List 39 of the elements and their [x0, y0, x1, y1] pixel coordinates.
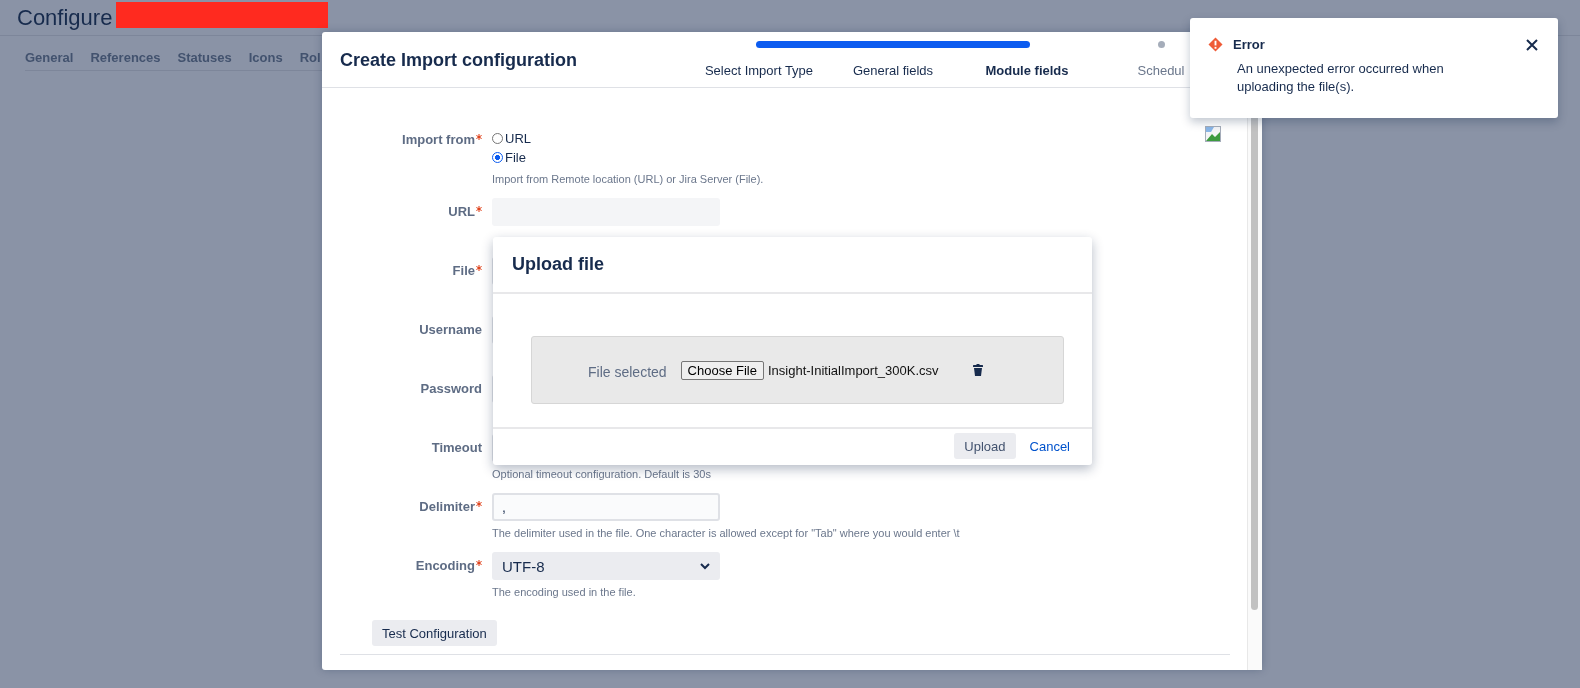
- toast-message: An unexpected error occurred when uploading the file(s).: [1237, 60, 1445, 96]
- dialog-title: Upload file: [512, 254, 604, 275]
- file-label: File selected: [588, 364, 667, 380]
- chevron-down-icon: [700, 562, 710, 570]
- close-icon[interactable]: [1526, 38, 1538, 51]
- step-label: Module fields: [984, 63, 1070, 78]
- help-text: The encoding used in the file.: [492, 586, 636, 598]
- field-label: Encoding: [352, 552, 482, 600]
- step-label: Schedul: [1136, 63, 1186, 78]
- page-title: Configure: [17, 4, 113, 31]
- radio-button[interactable]: [492, 133, 503, 144]
- field-label: Timeout: [430, 439, 482, 457]
- toast-title: Error: [1233, 37, 1266, 52]
- radio-button[interactable]: [492, 152, 503, 163]
- field-label: URL: [352, 198, 482, 246]
- field-label: File: [352, 257, 482, 305]
- trash-icon[interactable]: [972, 364, 983, 376]
- radio-option[interactable]: File: [492, 148, 526, 167]
- broken-image-icon: [1205, 126, 1221, 142]
- step-label: Select Import Type: [703, 63, 815, 78]
- help-text: The delimiter used in the file. One character is allowed except for "Tab" where you would enter \t: [492, 527, 960, 539]
- radio-option[interactable]: URL: [492, 129, 531, 148]
- field-label: Password: [419, 380, 482, 398]
- field-label: Delimiter: [352, 493, 482, 541]
- field-label: Username: [418, 321, 482, 339]
- help-text: Optional timeout configuration. Default is 30s: [492, 468, 711, 480]
- error-icon: [1208, 37, 1223, 52]
- select-field[interactable]: UTF-8: [492, 552, 720, 580]
- choose-file-button[interactable]: Choose File: [680, 360, 764, 380]
- help-text: Import from Remote location (URL) or Jira Server (File).: [492, 173, 764, 185]
- cancel-link[interactable]: Cancel: [1021, 438, 1078, 454]
- text-field[interactable]: ,: [492, 493, 720, 521]
- modal-title: Create Import configuration: [340, 50, 577, 71]
- step-dot: [1158, 41, 1165, 48]
- file-name: Insight-InitialImport_300K.csv: [767, 362, 939, 378]
- step-label: General fields: [851, 63, 935, 78]
- upload-button[interactable]: Upload: [954, 433, 1016, 459]
- test-configuration-button[interactable]: Test Configuration: [372, 620, 497, 646]
- field-label: Import from: [352, 129, 482, 187]
